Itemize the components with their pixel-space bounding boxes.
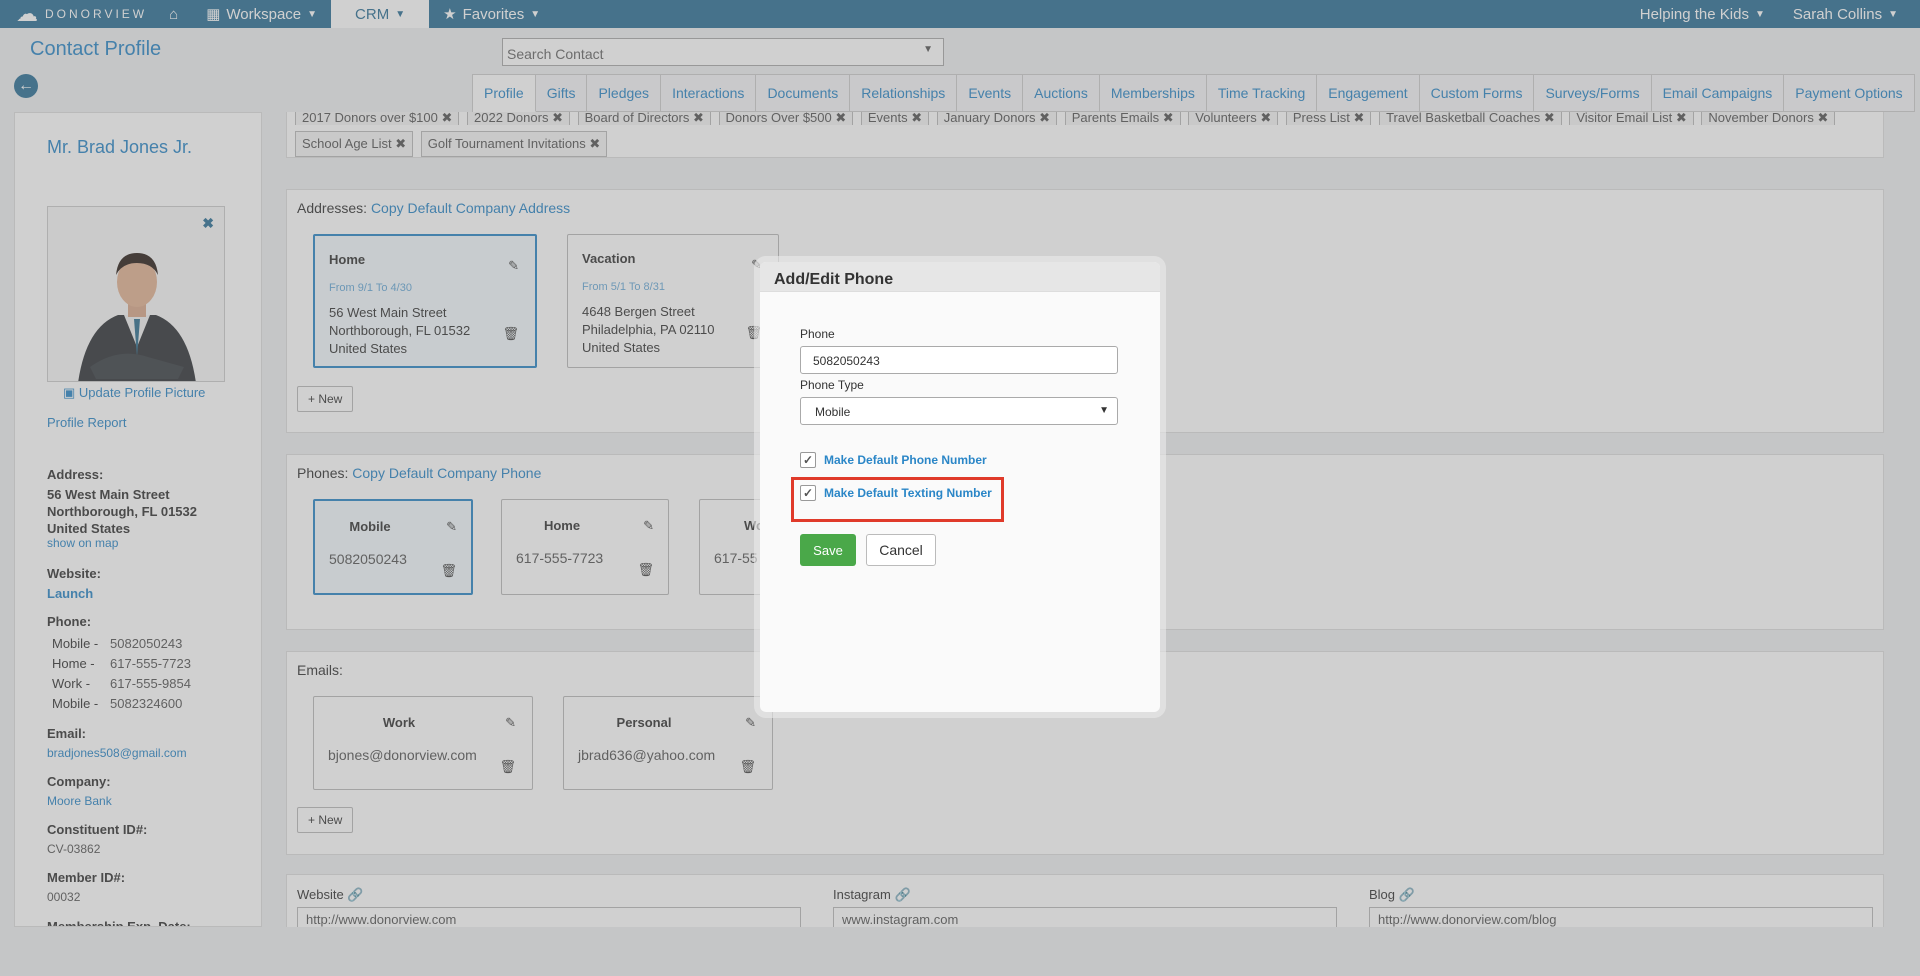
phone-type-select[interactable]: Mobile ▼ (800, 397, 1118, 425)
cancel-button[interactable]: Cancel (866, 534, 936, 566)
default-phone-row: ✓ Make Default Phone Number (800, 452, 987, 468)
default-phone-label[interactable]: Make Default Phone Number (824, 453, 987, 467)
highlight-box (791, 477, 1004, 522)
phone-type-value: Mobile (815, 405, 851, 419)
chevron-down-icon: ▼ (1099, 405, 1109, 416)
phone-input[interactable]: 5082050243 (800, 346, 1118, 374)
phone-type-label: Phone Type (800, 378, 864, 392)
phone-field-label: Phone (800, 327, 835, 341)
save-button[interactable]: Save (800, 534, 856, 566)
default-phone-checkbox[interactable]: ✓ (800, 452, 816, 468)
modal-title: Add/Edit Phone (760, 262, 1160, 292)
